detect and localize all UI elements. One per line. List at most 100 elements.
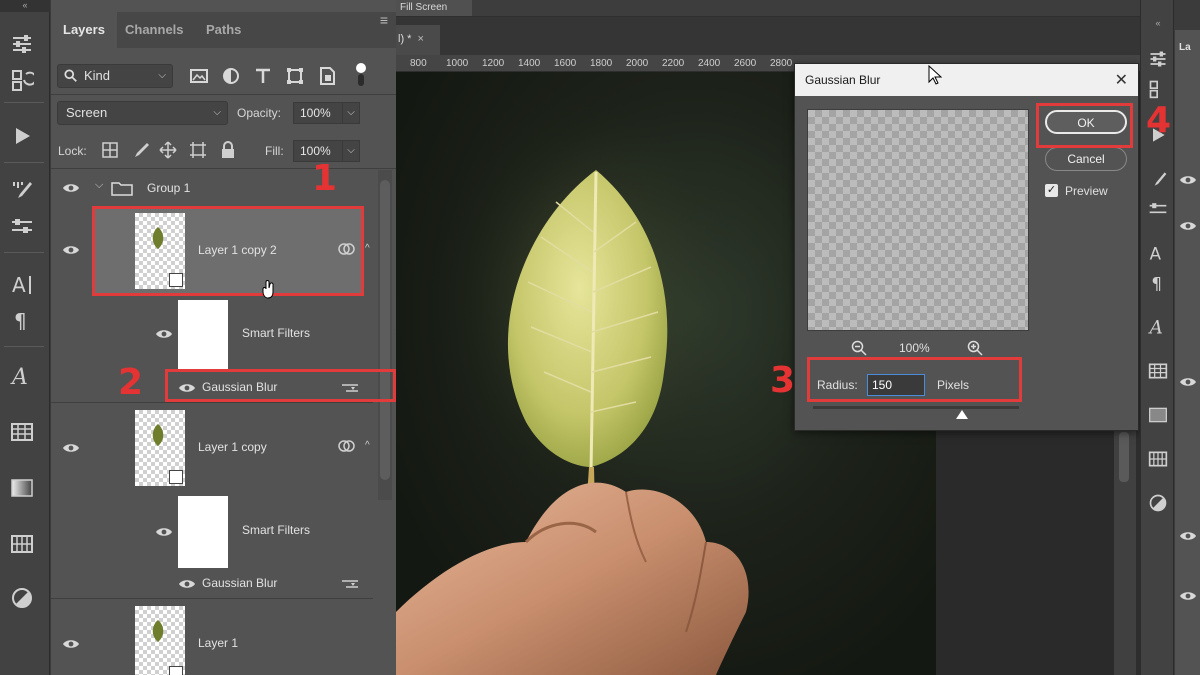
ruler-tick: 800 bbox=[410, 58, 427, 69]
chevron-up-icon[interactable]: ^ bbox=[365, 440, 370, 451]
collapse-arrows-icon[interactable]: « bbox=[0, 0, 50, 12]
patterns-icon[interactable] bbox=[1145, 446, 1171, 472]
glyphs-icon[interactable]: A bbox=[8, 362, 36, 390]
ruler-tick: 1000 bbox=[446, 58, 469, 69]
panel-menu-icon[interactable]: ≡ bbox=[380, 12, 388, 28]
patterns-icon[interactable] bbox=[8, 530, 36, 558]
chevron-up-icon[interactable]: ^ bbox=[365, 243, 370, 254]
smart-filters-row[interactable]: Smart Filters bbox=[51, 296, 373, 370]
layer-row[interactable]: Layer 1 copy ^ bbox=[51, 404, 373, 490]
fill-screen-button[interactable]: Fill Screen bbox=[396, 0, 472, 16]
preview-zoom-row: 100% bbox=[847, 339, 987, 357]
blend-mode-select[interactable]: Screen ⌵ bbox=[57, 101, 228, 125]
styles-icon[interactable] bbox=[1145, 490, 1171, 516]
visibility-eye-icon[interactable] bbox=[1179, 530, 1197, 542]
visibility-eye-icon[interactable] bbox=[155, 526, 173, 538]
adjustments-icon[interactable] bbox=[8, 30, 36, 58]
visibility-eye-icon[interactable] bbox=[1179, 174, 1197, 186]
type-filter-icon[interactable] bbox=[253, 66, 273, 86]
smart-filters-row[interactable]: Smart Filters bbox=[51, 494, 373, 568]
smart-object-filter-icon[interactable] bbox=[317, 66, 337, 86]
opacity-dropdown-icon[interactable]: ⌵ bbox=[342, 102, 360, 124]
gradient-icon[interactable] bbox=[1145, 402, 1171, 428]
tab-paths[interactable]: Paths bbox=[206, 12, 241, 48]
paragraph-icon[interactable]: ¶ bbox=[1145, 270, 1171, 296]
lock-artboard-icon[interactable] bbox=[189, 141, 207, 159]
annotation-box-ok bbox=[1036, 103, 1133, 148]
blur-preview[interactable] bbox=[807, 109, 1029, 331]
filter-mask-thumbnail bbox=[178, 496, 228, 568]
styles-icon[interactable] bbox=[8, 584, 36, 612]
zoom-out-icon[interactable] bbox=[851, 340, 867, 356]
document-tab-bar: l) * × bbox=[396, 17, 1140, 55]
visibility-eye-icon[interactable] bbox=[1179, 220, 1197, 232]
layer-row[interactable]: Layer 1 bbox=[51, 600, 373, 675]
collapse-arrows-icon[interactable]: « bbox=[1141, 18, 1175, 30]
chevron-down-icon: ⌵ bbox=[158, 70, 166, 81]
fill-dropdown-icon[interactable]: ⌵ bbox=[342, 140, 360, 162]
table-icon[interactable] bbox=[8, 418, 36, 446]
filter-kind-select[interactable]: Kind ⌵ bbox=[57, 64, 173, 88]
lock-all-icon[interactable] bbox=[219, 141, 237, 159]
group-name: Group 1 bbox=[147, 181, 191, 195]
tool-presets-icon[interactable] bbox=[8, 212, 36, 240]
cancel-button[interactable]: Cancel bbox=[1045, 147, 1127, 171]
pixel-filter-icon[interactable] bbox=[189, 66, 209, 86]
visibility-eye-icon[interactable] bbox=[62, 638, 80, 650]
close-icon[interactable]: ✕ bbox=[1115, 70, 1128, 90]
preview-checkbox[interactable]: ✓ bbox=[1045, 184, 1058, 197]
opacity-input[interactable]: 100% bbox=[293, 102, 343, 124]
brush-settings-icon[interactable] bbox=[1145, 166, 1171, 192]
svg-text:¶: ¶ bbox=[14, 309, 27, 332]
layer-name: Layer 1 copy bbox=[198, 440, 267, 454]
shape-filter-icon[interactable] bbox=[285, 66, 305, 86]
history-icon[interactable] bbox=[8, 66, 36, 94]
visibility-eye-icon[interactable] bbox=[62, 244, 80, 256]
chevron-down-icon[interactable]: ⌵ bbox=[95, 179, 103, 192]
visibility-eye-icon[interactable] bbox=[1179, 376, 1197, 388]
zoom-in-icon[interactable] bbox=[967, 340, 983, 356]
right-panel-tab[interactable]: La bbox=[1175, 30, 1200, 66]
actions-play-icon[interactable] bbox=[8, 122, 36, 150]
character-icon[interactable]: A bbox=[8, 270, 36, 298]
close-icon[interactable]: × bbox=[417, 33, 423, 45]
filter-kind-label: Kind bbox=[84, 68, 111, 83]
layers-scrollbar[interactable] bbox=[378, 170, 392, 500]
visibility-eye-icon[interactable] bbox=[62, 182, 80, 194]
visibility-eye-icon[interactable] bbox=[1179, 590, 1197, 602]
adjustment-filter-icon[interactable] bbox=[221, 66, 241, 86]
lock-image-pixels-icon[interactable] bbox=[131, 141, 149, 159]
ruler-tick: 2000 bbox=[626, 58, 649, 69]
brush-settings-icon[interactable] bbox=[8, 176, 36, 204]
glyphs-icon[interactable]: A bbox=[1145, 314, 1171, 340]
lock-transparent-icon[interactable] bbox=[101, 141, 119, 159]
visibility-eye-icon[interactable] bbox=[178, 578, 196, 590]
character-icon[interactable]: A bbox=[1145, 240, 1171, 266]
filter-toggle-switch[interactable] bbox=[356, 63, 366, 87]
document-tab[interactable]: l) * × bbox=[396, 25, 440, 55]
lock-position-icon[interactable] bbox=[159, 141, 177, 159]
layer-thumbnail bbox=[135, 606, 185, 675]
radius-slider[interactable] bbox=[813, 406, 1019, 419]
visibility-eye-icon[interactable] bbox=[62, 442, 80, 454]
tool-presets-icon[interactable] bbox=[1145, 196, 1171, 222]
arrow-cursor-icon bbox=[928, 65, 942, 85]
visibility-eye-icon[interactable] bbox=[155, 328, 173, 340]
filter-mask-thumbnail bbox=[178, 300, 228, 370]
canvas-pasteboard bbox=[936, 432, 1114, 675]
smart-filter-link-icon[interactable] bbox=[338, 439, 356, 453]
dialog-title-bar[interactable]: Gaussian Blur ✕ bbox=[795, 64, 1138, 96]
filter-blending-options-icon[interactable] bbox=[341, 578, 359, 590]
tab-layers[interactable]: Layers bbox=[51, 12, 117, 48]
gradient-icon[interactable] bbox=[8, 474, 36, 502]
paragraph-icon[interactable]: ¶ bbox=[8, 306, 36, 334]
blend-mode-value: Screen bbox=[66, 105, 108, 120]
table-icon[interactable] bbox=[1145, 358, 1171, 384]
radius-slider-handle[interactable] bbox=[956, 410, 968, 419]
tab-channels[interactable]: Channels bbox=[125, 12, 184, 48]
history-icon[interactable] bbox=[1145, 76, 1171, 102]
adjustments-icon[interactable] bbox=[1145, 46, 1171, 72]
annotation-number: 2 bbox=[118, 362, 144, 403]
layer-name: Layer 1 bbox=[198, 636, 239, 650]
gaussian-blur-filter-row[interactable]: Gaussian Blur bbox=[51, 570, 373, 596]
